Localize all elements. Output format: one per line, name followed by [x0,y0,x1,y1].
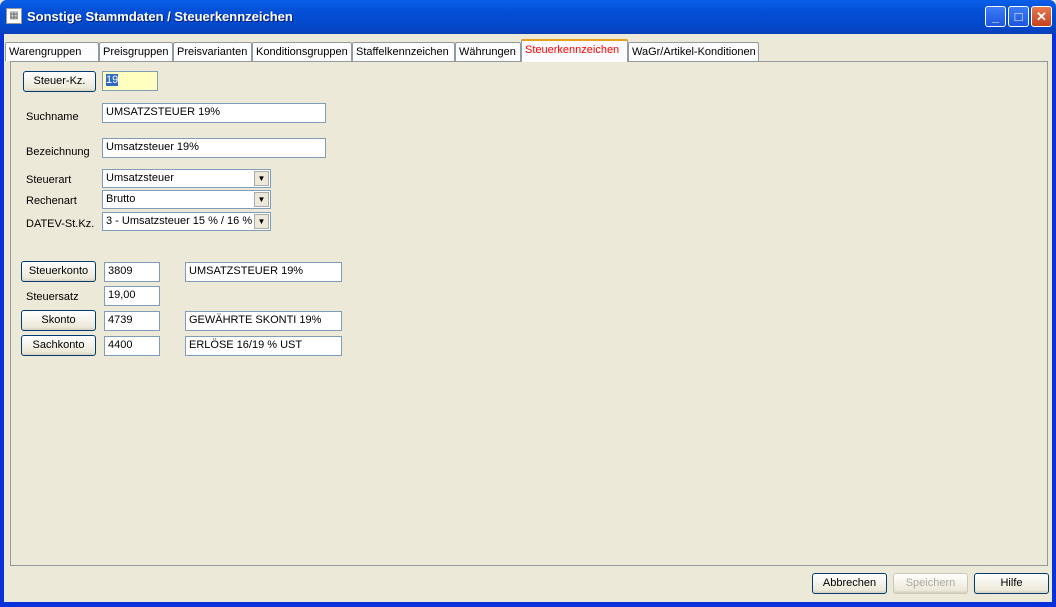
rechenart-value: Brutto [106,193,136,205]
steuer-kz-input[interactable]: 19 [102,71,158,91]
tab-staffelkennzeichen[interactable]: Staffelkennzeichen [352,42,455,61]
tab-panel: Steuer-Kz. 19 Suchname UMSATZSTEUER 19% … [10,61,1048,566]
window: ▦ Sonstige Stammdaten / Steuerkennzeiche… [0,0,1056,607]
steuerkonto-input[interactable]: 3809 [104,262,160,282]
client-area: Warengruppen Preisgruppen Preisvarianten… [4,34,1052,602]
sachkonto-input[interactable]: 4400 [104,336,160,356]
steuersatz-input[interactable]: 19,00 [104,286,160,306]
tab-konditionsgruppen[interactable]: Konditionsgruppen [252,42,352,61]
tab-preisgruppen[interactable]: Preisgruppen [99,42,173,61]
rechenart-select[interactable]: Brutto ▼ [102,190,271,209]
suchname-input[interactable]: UMSATZSTEUER 19% [102,103,326,123]
minimize-button[interactable]: _ [985,6,1006,27]
bezeichnung-label: Bezeichnung [26,146,90,158]
title-bar[interactable]: ▦ Sonstige Stammdaten / Steuerkennzeiche… [0,0,1056,34]
sachkonto-button[interactable]: Sachkonto [21,335,96,356]
suchname-label: Suchname [26,111,79,123]
rechenart-label: Rechenart [26,195,77,207]
datev-value: 3 - Umsatzsteuer 15 % / 16 % [106,215,253,227]
tab-waehrungen[interactable]: Währungen [455,42,521,61]
skonto-description: GEWÄHRTE SKONTI 19% [185,311,342,331]
close-button[interactable]: ✕ [1031,6,1052,27]
chevron-down-icon[interactable]: ▼ [254,192,269,207]
chevron-down-icon[interactable]: ▼ [254,171,269,186]
datev-select[interactable]: 3 - Umsatzsteuer 15 % / 16 % ▼ [102,212,271,231]
steuerart-select[interactable]: Umsatzsteuer ▼ [102,169,271,188]
datev-label: DATEV-St.Kz. [26,218,95,230]
steuer-kz-button[interactable]: Steuer-Kz. [23,71,96,92]
steuerart-label: Steuerart [26,174,72,186]
steuerkonto-description: UMSATZSTEUER 19% [185,262,342,282]
steuer-kz-value: 19 [106,74,119,86]
tab-wagr-artikel-konditionen[interactable]: WaGr/Artikel-Konditionen [628,42,759,61]
skonto-input[interactable]: 4739 [104,311,160,331]
tab-preisvarianten[interactable]: Preisvarianten [173,42,252,61]
steuerkonto-button[interactable]: Steuerkonto [21,261,96,282]
save-button[interactable]: Speichern [893,573,968,594]
bezeichnung-input[interactable]: Umsatzsteuer 19% [102,138,326,158]
app-icon: ▦ [6,8,22,24]
tab-steuerkennzeichen[interactable]: Steuerkennzeichen [521,39,628,62]
steuerart-value: Umsatzsteuer [106,172,174,184]
tab-warengruppen[interactable]: Warengruppen [5,42,99,61]
window-title: Sonstige Stammdaten / Steuerkennzeichen [27,9,293,24]
chevron-down-icon[interactable]: ▼ [254,214,269,229]
steuersatz-label: Steuersatz [26,291,79,303]
cancel-button[interactable]: Abbrechen [812,573,887,594]
maximize-button[interactable]: □ [1008,6,1029,27]
sachkonto-description: ERLÖSE 16/19 % UST [185,336,342,356]
skonto-button[interactable]: Skonto [21,310,96,331]
help-button[interactable]: Hilfe [974,573,1049,594]
